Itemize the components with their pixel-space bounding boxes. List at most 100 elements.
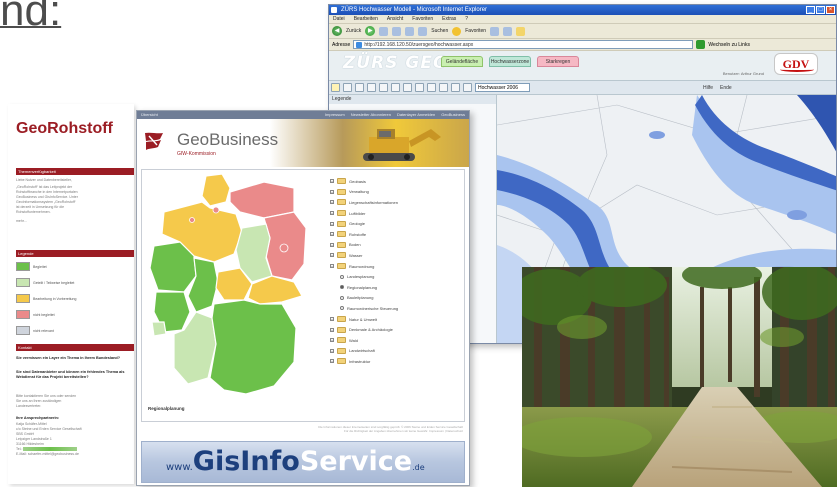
partner-title: Ihre Ansprechpartnerin: — [16, 416, 60, 420]
topbar-link[interactable]: Datenlayer Anmelden — [397, 111, 435, 119]
plus-expander-icon[interactable]: + — [330, 242, 334, 247]
tab-starkregen[interactable]: Starkregen — [537, 56, 579, 67]
mail-icon[interactable] — [503, 26, 513, 36]
stop-icon[interactable] — [379, 26, 389, 36]
extent-tool-icon[interactable] — [451, 83, 460, 92]
plus-expander-icon[interactable]: + — [330, 211, 334, 216]
refresh-tool-icon[interactable] — [439, 83, 448, 92]
menu-item[interactable]: Ansicht — [387, 15, 403, 23]
search-icon[interactable] — [418, 26, 428, 36]
topbar-link[interactable]: GeoBusiness — [441, 111, 465, 119]
folder-icon — [337, 358, 346, 365]
tree-item[interactable]: + Landwirtschaft — [330, 346, 462, 357]
favorites-label[interactable]: Favoriten — [465, 28, 486, 34]
tree-item[interactable]: + Verwaltung — [330, 187, 462, 198]
folder-icon — [337, 326, 346, 333]
radio-icon[interactable] — [340, 274, 344, 279]
tab-hochwasserzone[interactable]: Hochwasserzone — [489, 56, 531, 67]
zoom-in-tool-icon[interactable] — [331, 83, 340, 92]
tree-item[interactable]: + Geologie — [330, 218, 462, 229]
plus-expander-icon[interactable]: + — [330, 327, 334, 332]
menu-item[interactable]: ? — [465, 15, 468, 23]
plus-expander-icon[interactable]: + — [330, 264, 334, 269]
plus-expander-icon[interactable]: + — [330, 338, 334, 343]
topbar-link[interactable]: Impressum — [325, 111, 345, 119]
tree-item[interactable]: + Boden — [330, 240, 462, 251]
map-caption: Regionalplanung — [148, 406, 185, 411]
more-link[interactable]: mehr... — [16, 219, 128, 224]
home-icon[interactable] — [405, 26, 415, 36]
info-tool-icon[interactable] — [367, 83, 376, 92]
tree-item[interactable]: + Geobasis — [330, 176, 462, 187]
maximize-button[interactable]: □ — [816, 6, 825, 14]
tree-item[interactable]: + Liegenschaftsinformationen — [330, 197, 462, 208]
close-button[interactable]: × — [826, 6, 835, 14]
topbar-home-link[interactable]: Übersicht — [141, 112, 158, 117]
menu-item[interactable]: Datei — [333, 15, 345, 23]
tree-subitem[interactable]: Bauleitplanung — [330, 293, 462, 304]
radio-icon[interactable] — [340, 285, 344, 290]
links-label[interactable]: Wechseln zu Links — [708, 42, 750, 48]
zoom-out-tool-icon[interactable] — [343, 83, 352, 92]
radio-icon[interactable] — [340, 306, 344, 311]
tree-item-label: Natur & Umwelt — [349, 316, 378, 322]
legend-item: nicht begleitet — [16, 310, 55, 319]
germany-states-map[interactable] — [144, 172, 330, 412]
print-tool-icon[interactable] — [391, 83, 400, 92]
plus-expander-icon[interactable]: + — [330, 232, 334, 237]
tree-item[interactable]: + Raumordnung — [330, 261, 462, 272]
tree-item[interactable]: + Wasser — [330, 250, 462, 261]
back-label[interactable]: Zurück — [346, 28, 361, 34]
legend-item: nicht relevant — [16, 326, 54, 335]
plus-expander-icon[interactable]: + — [330, 317, 334, 322]
tree-item[interactable]: + Denkmale & Archäologie — [330, 324, 462, 335]
export-tool-icon[interactable] — [463, 83, 472, 92]
legend-label: Bearbeitung in Vorbereitung — [33, 296, 77, 301]
menu-item[interactable]: Extras — [442, 15, 456, 23]
plus-expander-icon[interactable]: + — [330, 200, 334, 205]
plus-expander-icon[interactable]: + — [330, 253, 334, 258]
layer-tool-icon[interactable] — [415, 83, 424, 92]
plus-expander-icon[interactable]: + — [330, 348, 334, 353]
forward-arrow-icon[interactable]: ▶ — [365, 26, 376, 36]
tree-item[interactable]: + Natur & Umwelt — [330, 314, 462, 325]
menu-item[interactable]: Bearbeiten — [354, 15, 378, 23]
select-tool-icon[interactable] — [403, 83, 412, 92]
measure-tool-icon[interactable] — [379, 83, 388, 92]
gisinfoservice-banner[interactable]: www.GisInfoService.de — [141, 441, 465, 483]
tree-item-label: Infrastruktur — [349, 358, 371, 364]
minimize-button[interactable]: _ — [806, 6, 815, 14]
back-arrow-icon[interactable]: ◀ — [332, 26, 342, 36]
window-titlebar: ZÜRS Hochwasser Modell - Microsoft Inter… — [329, 5, 836, 15]
history-icon[interactable] — [490, 26, 500, 36]
exit-link[interactable]: Ende — [720, 85, 732, 91]
geobusiness-topbar: Übersicht Impressum Newsletter Abonniere… — [137, 111, 469, 119]
tree-subitem[interactable]: Raumordnerische Steuerung — [330, 303, 462, 314]
menu-item[interactable]: Favoriten — [412, 15, 433, 23]
tree-item[interactable]: + Wald — [330, 335, 462, 346]
topbar-link[interactable]: Newsletter Abonnieren — [351, 111, 391, 119]
folder-icon — [337, 263, 346, 270]
tree-item[interactable]: + Infrastruktur — [330, 356, 462, 367]
plus-expander-icon[interactable]: + — [330, 359, 334, 364]
radio-icon[interactable] — [340, 295, 344, 300]
tree-subitem[interactable]: Landesplanung — [330, 271, 462, 282]
address-input[interactable]: http://192.168.120.50/zuersgeo/hochwasse… — [353, 40, 694, 49]
layer-select[interactable]: Hochwasser 2006 — [475, 83, 530, 92]
refresh-icon[interactable] — [392, 26, 402, 36]
tree-item[interactable]: + Luftbilder — [330, 208, 462, 219]
go-icon[interactable] — [696, 40, 706, 49]
plus-expander-icon[interactable]: + — [330, 221, 334, 226]
plus-expander-icon[interactable]: + — [330, 189, 334, 194]
pan-tool-icon[interactable] — [355, 83, 364, 92]
tab-gelaendeflaeche[interactable]: Geländefläche — [441, 56, 483, 67]
partner-email[interactable]: E-Mail: schaefer-mittel@geobusiness.de — [16, 452, 128, 457]
plus-expander-icon[interactable]: + — [330, 179, 334, 184]
tree-subitem[interactable]: Regionalplanung — [330, 282, 462, 293]
tree-item[interactable]: + Rohstoffe — [330, 229, 462, 240]
help-link[interactable]: Hilfe — [703, 85, 713, 91]
folder-toolbar-icon[interactable] — [516, 26, 526, 36]
star-icon[interactable] — [452, 26, 462, 36]
search-label[interactable]: Suchen — [431, 28, 448, 34]
search-tool-icon[interactable] — [427, 83, 436, 92]
